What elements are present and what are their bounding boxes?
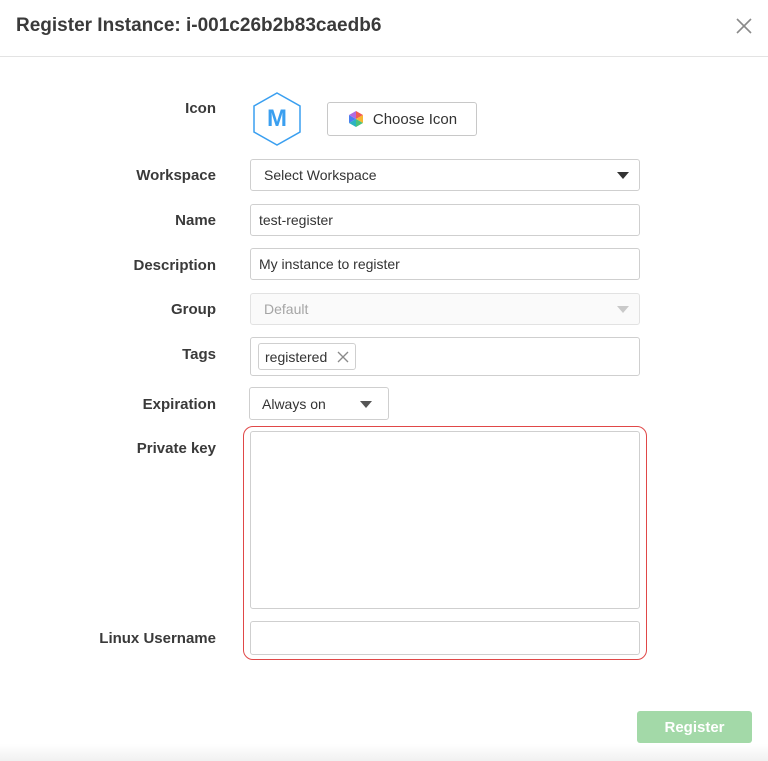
palette-icon [348,111,363,127]
group-value: Default [264,301,309,317]
dialog-title: Register Instance: i-001c26b2b83caedb6 [16,15,382,36]
icon-letter: M [267,105,287,132]
name-value: test-register [259,212,333,228]
register-button[interactable]: Register [637,711,752,743]
description-value: My instance to register [259,256,400,272]
icon-label: Icon [185,100,216,117]
tags-label: Tags [182,346,216,363]
description-label: Description [133,257,216,274]
caret-down-icon [617,306,629,313]
instance-icon-preview: M [249,91,305,147]
close-icon[interactable] [337,351,349,363]
tag-label: registered [265,348,328,365]
name-label: Name [175,212,216,229]
expiration-select[interactable]: Always on [249,387,389,420]
caret-down-icon [617,172,629,179]
close-button[interactable] [734,16,754,36]
footer-fade [0,744,768,761]
dialog-header: Register Instance: i-001c26b2b83caedb6 [0,0,768,57]
linux-username-label: Linux Username [99,630,216,647]
linux-username-input[interactable] [250,621,640,655]
expiration-label: Expiration [142,396,216,413]
group-select: Default [250,293,640,325]
group-label: Group [171,301,216,318]
expiration-value: Always on [262,395,326,412]
private-key-label: Private key [136,440,216,457]
close-icon [736,18,752,34]
workspace-label: Workspace [136,167,216,184]
name-input[interactable]: test-register [250,204,640,236]
choose-icon-button[interactable]: Choose Icon [327,102,477,136]
caret-down-icon [360,401,372,408]
workspace-value: Select Workspace [264,167,377,183]
private-key-textarea[interactable] [250,431,640,609]
choose-icon-label: Choose Icon [372,110,458,128]
description-input[interactable]: My instance to register [250,248,640,280]
tag-chip: registered [258,343,357,370]
workspace-select[interactable]: Select Workspace [250,159,640,191]
